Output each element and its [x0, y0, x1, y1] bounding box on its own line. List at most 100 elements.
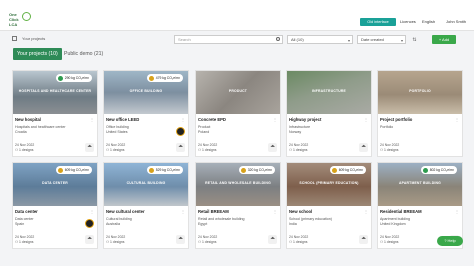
- project-meta: 24 Nov 2022 ⚇ 1 designs: [289, 235, 308, 244]
- project-details: Apartment building United Kingdom: [380, 217, 440, 226]
- breadcrumb-current[interactable]: Your projects: [22, 36, 45, 41]
- project-card[interactable]: PRODUCT Concrete EPD ⋮ Product Poland 24 …: [195, 70, 281, 157]
- filter-select[interactable]: All (10) ▾: [287, 35, 353, 44]
- more-icon[interactable]: ⋮: [364, 209, 368, 214]
- project-card[interactable]: DATA CENTER 609 kg CO₂e/m² Data center ⋮…: [12, 162, 98, 249]
- more-icon[interactable]: ⋮: [455, 209, 459, 214]
- project-date: 24 Nov 2022: [380, 235, 400, 239]
- category-label: DATA CENTER: [42, 181, 68, 185]
- project-type: Data center: [15, 217, 34, 221]
- co2-value: 802 kg CO₂e/m²: [429, 168, 454, 172]
- project-type: School (primary education): [289, 217, 332, 221]
- project-card[interactable]: HOSPITALS AND HEALTHCARE CENTER 290 kg C…: [12, 70, 98, 157]
- more-icon[interactable]: ⋮: [273, 117, 277, 122]
- project-card[interactable]: INFRASTRUCTURE Highway project ⋮ Infrast…: [286, 70, 372, 157]
- project-card[interactable]: OFFICE BUILDING 479 kg CO₂e/m² New offic…: [103, 70, 189, 157]
- project-details: School (primary education) India: [289, 217, 349, 226]
- co2-dot-icon: [57, 75, 63, 81]
- logo-text: One Click LCA: [9, 12, 19, 27]
- category-label: RETAIL AND WHOLESALE BUILDING: [205, 181, 271, 185]
- project-type: Portfolio: [380, 125, 394, 129]
- project-date: 24 Nov 2022: [198, 235, 218, 239]
- co2-badge: 609 kg CO₂e/m²: [55, 166, 92, 174]
- more-icon[interactable]: ⋮: [455, 117, 459, 122]
- project-date: 24 Nov 2022: [289, 235, 309, 239]
- more-icon[interactable]: ⋮: [273, 209, 277, 214]
- project-meta: 24 Nov 2022 ⚇ 1 designs: [106, 235, 125, 244]
- help-button[interactable]: ? Help: [437, 236, 463, 246]
- design-count: 1 designs: [383, 147, 399, 152]
- project-image: PORTFOLIO: [378, 71, 462, 114]
- design-count: 1 designs: [292, 147, 308, 152]
- more-icon[interactable]: ⋮: [364, 117, 368, 122]
- project-image: INFRASTRUCTURE: [287, 71, 371, 114]
- project-details: Data center Spain: [15, 217, 75, 226]
- scheme-icon: ⏶: [359, 235, 368, 244]
- project-meta: 24 Nov 2022 ⚇ 1 designs: [15, 235, 34, 244]
- filter-value: All (10): [291, 37, 304, 42]
- project-country: Egypt: [198, 221, 208, 226]
- design-count: 1 designs: [292, 239, 308, 244]
- add-button[interactable]: + Add: [432, 35, 456, 44]
- category-label: PRODUCT: [228, 89, 248, 93]
- breadcrumb: Your projects: [12, 36, 45, 42]
- sort-order-icon[interactable]: ⇅: [410, 36, 419, 44]
- project-date: 24 Nov 2022: [380, 143, 400, 147]
- tab-public-demo[interactable]: Public demo (21): [64, 48, 103, 60]
- project-type: Hospitals and healthcare center: [15, 125, 66, 129]
- language-menu[interactable]: English: [422, 18, 435, 26]
- scheme-icon: ⏶: [268, 235, 277, 244]
- design-count: 1 designs: [109, 147, 125, 152]
- chevron-down-icon: ▾: [347, 38, 350, 43]
- project-title: Concrete EPD: [198, 117, 226, 122]
- sort-select[interactable]: Date created ▾: [357, 35, 406, 44]
- scheme-icon: ⏶: [85, 235, 94, 244]
- project-title: New cultural center: [106, 209, 145, 214]
- project-date: 24 Nov 2022: [15, 143, 35, 147]
- project-type: Product: [198, 125, 211, 129]
- category-label: OFFICE BUILDING: [129, 89, 163, 93]
- project-card[interactable]: PORTFOLIO Project portfolio ⋮ Portfolio …: [377, 70, 463, 157]
- design-count: 1 designs: [18, 147, 34, 152]
- user-menu[interactable]: John Smith: [446, 18, 466, 26]
- category-label: PORTFOLIO: [409, 89, 431, 93]
- project-title: New school: [289, 209, 313, 214]
- more-icon[interactable]: ⋮: [90, 209, 94, 214]
- project-title: New office LEED: [106, 117, 140, 122]
- more-icon[interactable]: ⋮: [181, 209, 185, 214]
- project-type: Infrastructure: [289, 125, 311, 129]
- category-label: SCHOOL (PRIMARY EDUCATION): [299, 181, 359, 185]
- tab-your-projects[interactable]: Your projects (10): [13, 48, 62, 60]
- project-country: Poland: [198, 129, 210, 134]
- co2-dot-icon: [57, 167, 63, 173]
- category-label: INFRASTRUCTURE: [311, 89, 347, 93]
- project-type: Apartment building: [380, 217, 410, 221]
- help-label: Help: [447, 238, 456, 243]
- project-card[interactable]: RETAIL AND WHOLESALE BUILDING 320 kg CO₂…: [195, 162, 281, 249]
- project-details: Portfolio: [380, 125, 440, 130]
- home-icon[interactable]: [12, 36, 17, 41]
- project-title: Retail BREEAM: [198, 209, 229, 214]
- app-logo[interactable]: One Click LCA: [9, 12, 35, 30]
- project-card[interactable]: CULTURAL BUILDING 529 kg CO₂e/m² New cul…: [103, 162, 189, 249]
- old-interface-button[interactable]: Old interface: [360, 18, 396, 26]
- search-placeholder: Search: [178, 37, 191, 42]
- search-input[interactable]: Search: [174, 35, 283, 44]
- design-count: 1 designs: [201, 239, 217, 244]
- co2-dot-icon: [331, 167, 337, 173]
- co2-value: 290 kg CO₂e/m²: [64, 76, 89, 80]
- more-icon[interactable]: ⋮: [90, 117, 94, 122]
- project-card[interactable]: SCHOOL (PRIMARY EDUCATION) 609 kg CO₂e/m…: [286, 162, 372, 249]
- project-details: Retail and wholesale building Egypt: [198, 217, 258, 226]
- project-country: United States: [106, 129, 128, 134]
- co2-dot-icon: [422, 167, 428, 173]
- licenses-menu[interactable]: Licences: [400, 18, 416, 26]
- project-title: Residential BREEAM: [380, 209, 422, 214]
- project-meta: 24 Nov 2022 ⚇ 1 designs: [15, 143, 34, 152]
- project-date: 24 Nov 2022: [289, 143, 309, 147]
- leed-badge-icon: [176, 127, 185, 136]
- project-meta: 24 Nov 2022 ⚇ 1 designs: [380, 143, 399, 152]
- project-date: 24 Nov 2022: [198, 143, 218, 147]
- more-icon[interactable]: ⋮: [181, 117, 185, 122]
- project-tabs: Your projects (10) Public demo (21): [13, 48, 473, 60]
